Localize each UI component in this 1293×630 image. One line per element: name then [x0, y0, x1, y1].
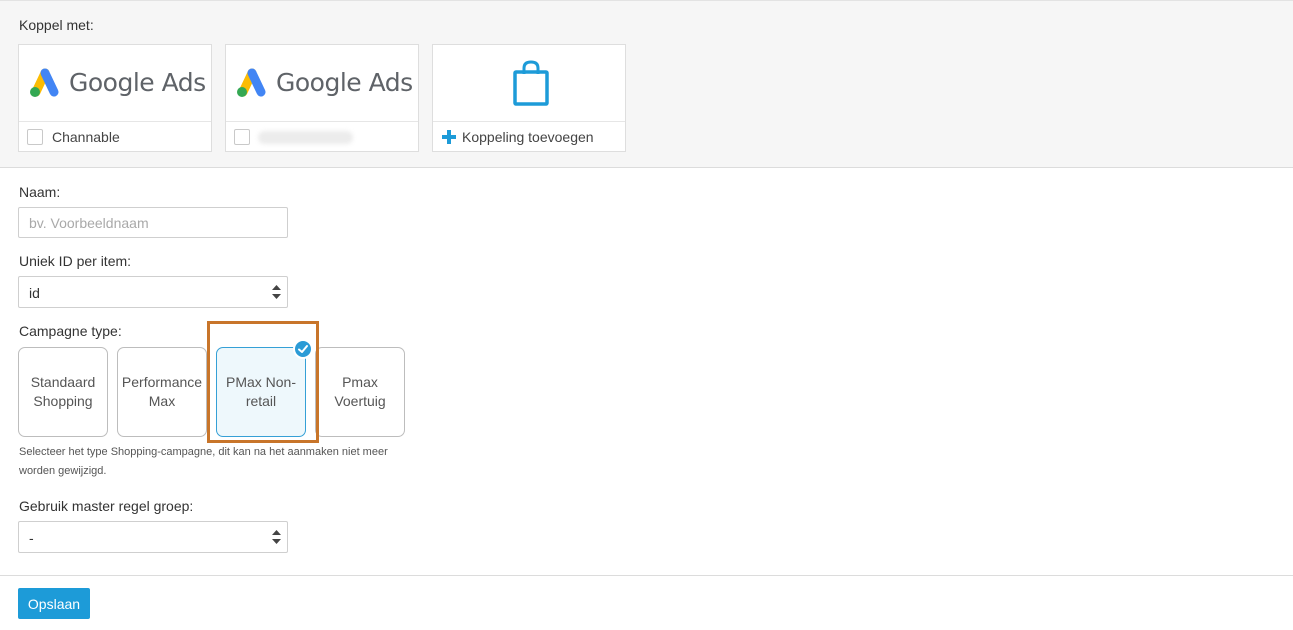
- google-ads-wordmark: Google Ads: [276, 68, 413, 97]
- google-ads-icon: [30, 68, 59, 97]
- google-ads-logo: Google Ads: [19, 45, 211, 122]
- campaign-type-label-text: Performance Max: [121, 374, 203, 409]
- campaign-type-label-text: Pmax Voertuig: [334, 374, 386, 409]
- add-connection-label: Koppeling toevoegen: [462, 129, 594, 145]
- campaign-type-label-text: Standaard Shopping: [30, 374, 96, 409]
- name-label: Naam:: [19, 184, 61, 200]
- shopping-bag-icon: [513, 60, 549, 106]
- google-ads-logo: Google Ads: [226, 45, 418, 122]
- check-icon: [293, 339, 313, 359]
- connection-card-channable[interactable]: Google Ads Channable: [18, 44, 212, 152]
- campaign-type-help: Selecteer het type Shopping-campagne, di…: [19, 446, 388, 477]
- campaign-type-pmax-voertuig[interactable]: Pmax Voertuig: [315, 347, 405, 437]
- campaign-type-performance-max[interactable]: Performance Max: [117, 347, 207, 437]
- master-group-select[interactable]: -: [18, 521, 288, 553]
- connection-card-footer: [226, 122, 418, 152]
- add-connection-card[interactable]: Koppeling toevoegen: [432, 44, 626, 152]
- connection-label: Channable: [52, 129, 120, 145]
- google-ads-2-checkbox[interactable]: [234, 129, 250, 145]
- save-button[interactable]: Opslaan: [18, 588, 90, 619]
- name-input[interactable]: [18, 207, 288, 238]
- unique-id-select[interactable]: id: [18, 276, 288, 308]
- shop-logo-area: [433, 45, 625, 122]
- connect-section: Koppel met: Google Ads Channable Google …: [0, 0, 1293, 168]
- connection-card-google-ads-2[interactable]: Google Ads: [225, 44, 419, 152]
- plus-icon: [442, 130, 456, 144]
- unique-id-value: id: [29, 285, 40, 301]
- google-ads-icon: [237, 68, 266, 97]
- unique-id-label: Uniek ID per item:: [19, 253, 132, 269]
- connection-card-footer: Channable: [19, 122, 211, 152]
- connect-title: Koppel met:: [19, 17, 94, 33]
- campaign-type-standard-shopping[interactable]: Standaard Shopping: [18, 347, 108, 437]
- channable-checkbox[interactable]: [27, 129, 43, 145]
- select-arrows-icon: [272, 530, 281, 544]
- campaign-type-label: Campagne type:: [19, 323, 122, 339]
- connection-card-footer: Koppeling toevoegen: [433, 122, 625, 152]
- google-ads-wordmark: Google Ads: [69, 68, 206, 97]
- master-group-label: Gebruik master regel groep:: [19, 498, 194, 514]
- master-group-value: -: [29, 530, 34, 546]
- select-arrows-icon: [272, 285, 281, 299]
- divider: [0, 575, 1293, 576]
- redacted-account-label: [258, 131, 353, 144]
